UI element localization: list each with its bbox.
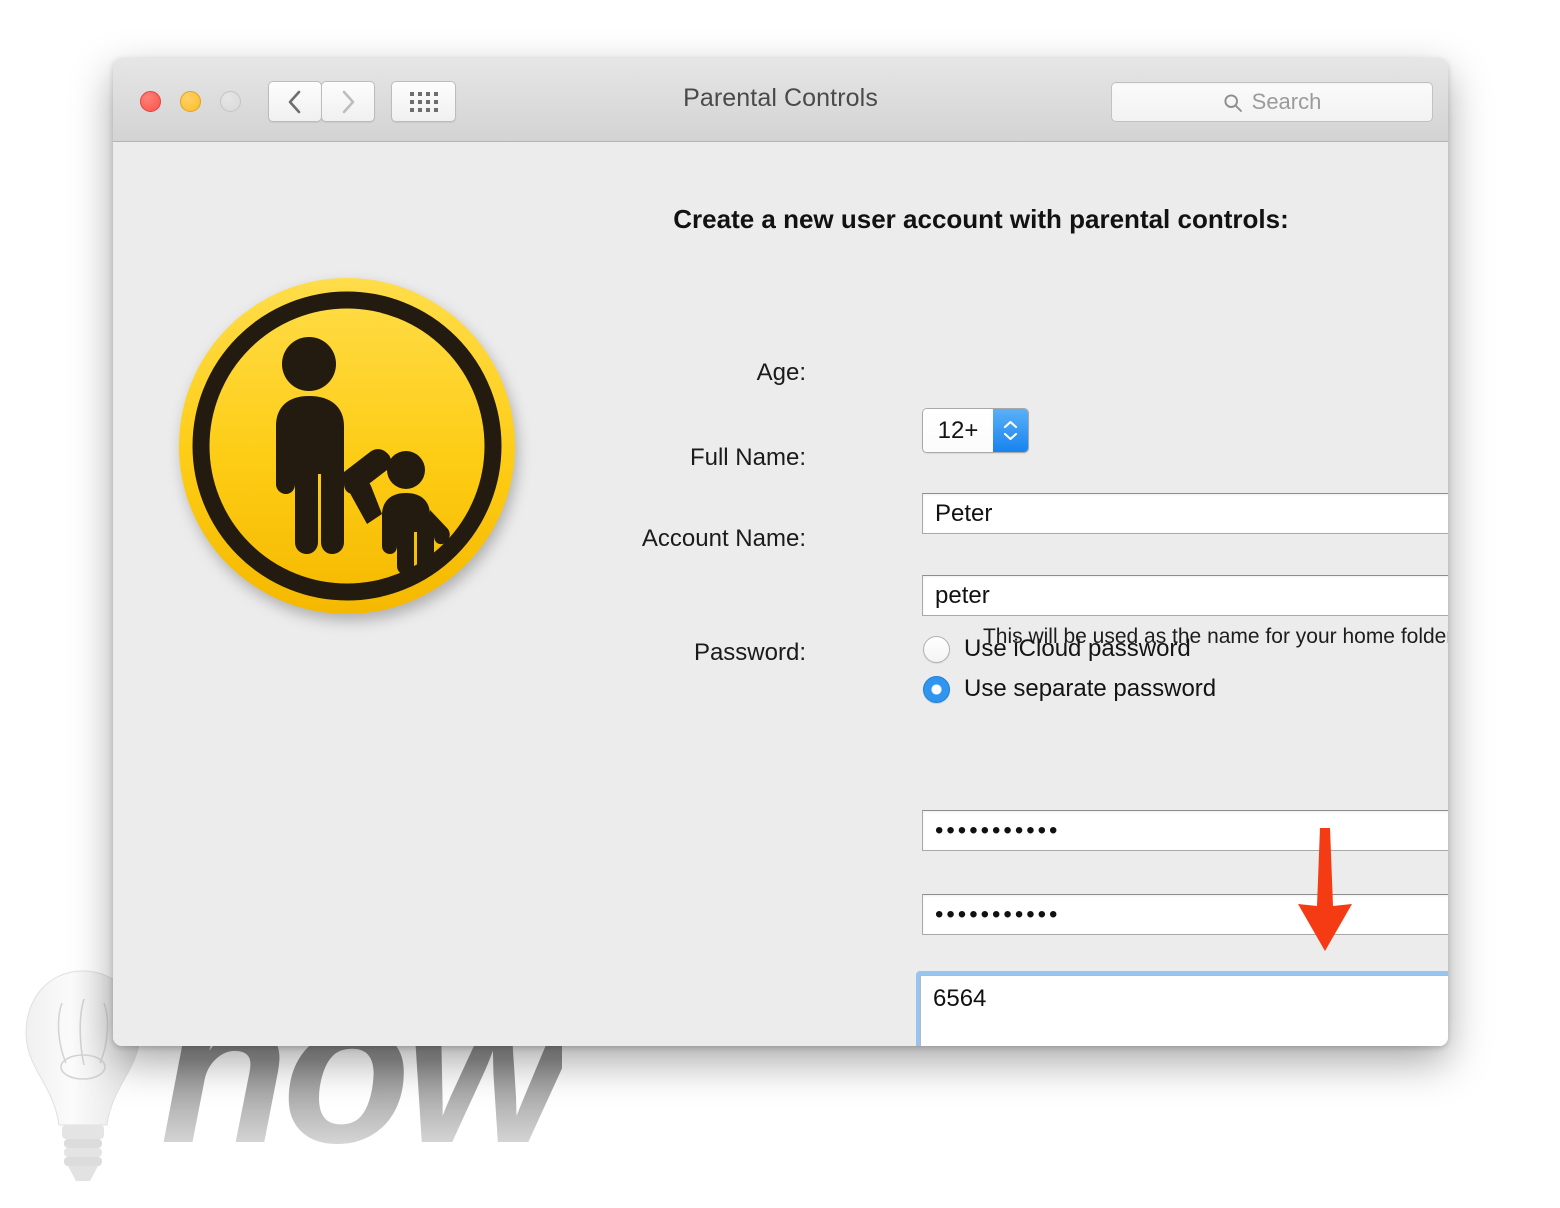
full-name-input[interactable]: Peter: [922, 493, 1448, 534]
chevron-up-icon[interactable]: [1003, 420, 1018, 429]
radio-button-selected-icon[interactable]: [923, 675, 950, 703]
search-icon: [1224, 93, 1242, 112]
preferences-window: Parental Controls Search Create a new us…: [113, 58, 1448, 1046]
dialog-headline: Create a new user account with parental …: [673, 204, 1289, 234]
password-label: Password:: [693, 639, 806, 666]
window-content: Create a new user account with parental …: [113, 142, 1448, 1046]
account-name-label: Account Name:: [641, 525, 806, 552]
search-field[interactable]: Search: [1111, 82, 1433, 122]
radio-button-unselected-icon[interactable]: [923, 635, 950, 663]
password-hint-focus-ring: 6564: [916, 971, 1448, 1046]
radio-label-separate: Use separate password: [964, 675, 1217, 702]
verify-password-input[interactable]: •••••••••••: [922, 894, 1448, 935]
full-name-label: Full Name:: [689, 444, 806, 471]
password-input[interactable]: •••••••••••: [922, 810, 1448, 851]
account-name-input[interactable]: peter: [922, 575, 1448, 616]
chevron-down-icon[interactable]: [1003, 432, 1018, 441]
radio-use-icloud-password[interactable]: Use iCloud password: [923, 635, 1191, 663]
window-titlebar: Parental Controls Search: [113, 58, 1448, 142]
password-hint-input[interactable]: 6564: [920, 975, 1448, 1046]
age-value: 12+: [923, 409, 993, 452]
age-stepper[interactable]: 12+: [922, 408, 1029, 453]
search-placeholder: Search: [1251, 89, 1322, 114]
radio-use-separate-password[interactable]: Use separate password: [923, 675, 1216, 703]
stepper-arrows[interactable]: [993, 409, 1028, 452]
parental-controls-icon: [179, 278, 515, 614]
radio-label-icloud: Use iCloud password: [964, 635, 1191, 662]
age-label: Age:: [756, 359, 806, 386]
